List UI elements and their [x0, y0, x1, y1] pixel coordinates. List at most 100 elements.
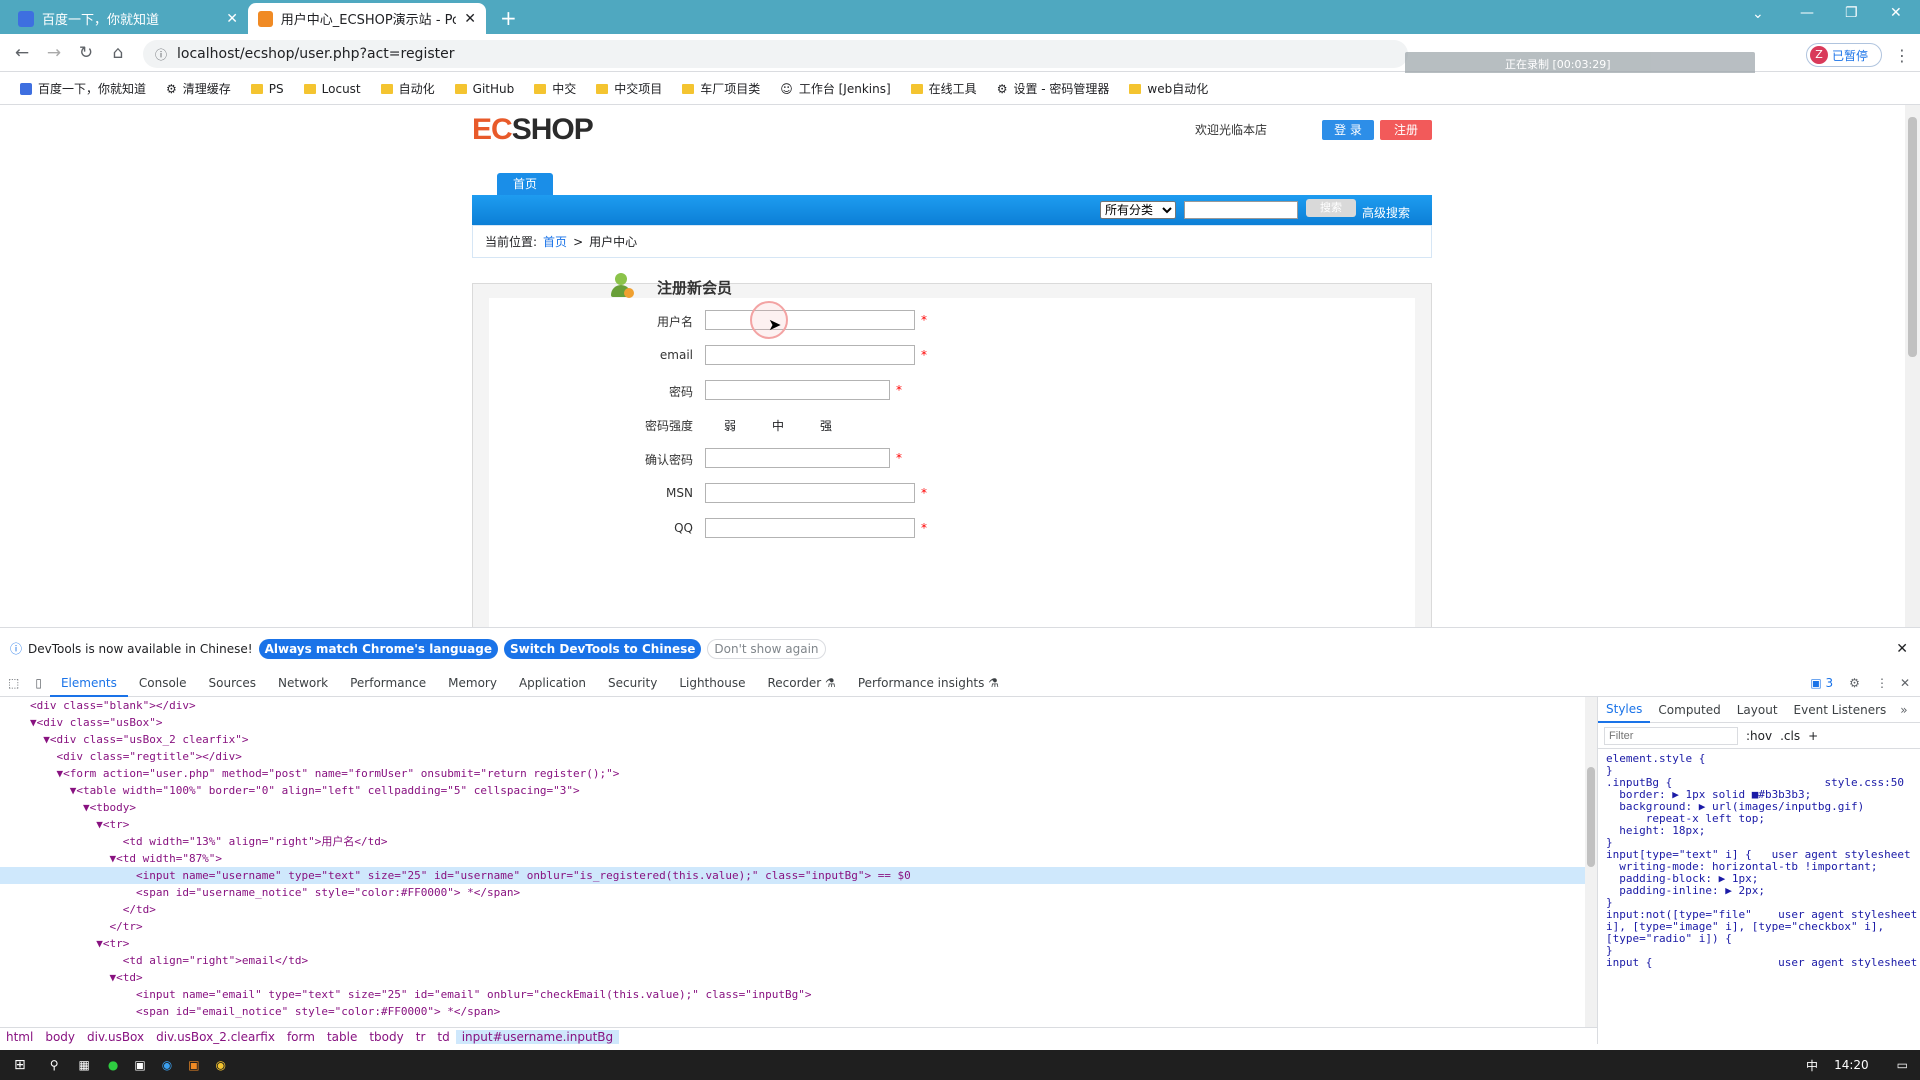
settings-gear-icon[interactable]: ⚙ — [1841, 676, 1868, 690]
match-language-button[interactable]: Always match Chrome's language — [258, 638, 498, 659]
tab-ecshop[interactable]: 用户中心_ECSHOP演示站 - Pow ✕ — [248, 3, 486, 34]
dom-line[interactable]: </tr> — [0, 918, 1585, 935]
close-infobar-icon[interactable]: ✕ — [1896, 641, 1908, 657]
more-options-icon[interactable]: ⋮ — [1868, 676, 1896, 690]
dom-line[interactable]: <td align="right">email</td> — [0, 952, 1585, 969]
tab-performance-insights[interactable]: Performance insights ⚗ — [847, 669, 1010, 697]
elements-scrollbar[interactable] — [1585, 697, 1597, 1027]
clock[interactable]: 14:20 — [1828, 1058, 1885, 1072]
reload-icon[interactable]: ↻ — [72, 39, 100, 67]
dont-show-button[interactable]: Don't show again — [707, 638, 826, 659]
hov-toggle[interactable]: :hov — [1746, 729, 1772, 743]
breadcrumb-home-link[interactable]: 首页 — [543, 233, 567, 250]
dom-line[interactable]: ▼<tr> — [0, 935, 1585, 952]
tab-security[interactable]: Security — [597, 669, 668, 697]
dom-line[interactable]: ▼<div class="usBox_2 clearfix"> — [0, 731, 1585, 748]
dom-line[interactable]: <div class="regtitle"></div> — [0, 748, 1585, 765]
tab-baidu[interactable]: 百度一下，你就知道 ✕ — [8, 3, 248, 34]
tab-lighthouse[interactable]: Lighthouse — [668, 669, 756, 697]
dom-line[interactable]: <div class="blank"></div> — [0, 697, 1585, 714]
page-scrollbar[interactable] — [1905, 105, 1920, 627]
bookmark-item[interactable]: 中交 — [526, 80, 584, 97]
bookmark-item[interactable]: 车厂项目类 — [674, 80, 768, 97]
back-icon[interactable]: ← — [8, 39, 36, 67]
dom-line[interactable]: ▼<td width="87%"> — [0, 850, 1585, 867]
new-tab-button[interactable]: + — [500, 6, 517, 30]
tab-search-icon[interactable]: ⌄ — [1752, 6, 1764, 22]
dom-line[interactable]: ▼<form action="user.php" method="post" n… — [0, 765, 1585, 782]
crumb[interactable]: form — [281, 1030, 321, 1044]
scroll-thumb[interactable] — [1908, 117, 1917, 357]
site-logo[interactable]: ECSHOP — [472, 113, 594, 147]
dom-line[interactable]: <span id="username_notice" style="color:… — [0, 884, 1585, 901]
scroll-thumb[interactable] — [1587, 767, 1595, 867]
pycharm-icon[interactable]: ▣ — [126, 1058, 153, 1072]
dom-line[interactable]: <span id="email_notice" style="color:#FF… — [0, 1003, 1585, 1020]
crumb[interactable]: td — [431, 1030, 455, 1044]
add-rule-icon[interactable]: + — [1808, 729, 1818, 743]
address-bar[interactable]: ⓘ localhost/ecshop/user.php?act=register — [143, 40, 1408, 68]
crumb[interactable]: tr — [410, 1030, 432, 1044]
bookmark-item[interactable]: Locust — [296, 82, 369, 96]
tab-elements[interactable]: Elements — [49, 669, 128, 697]
bookmark-item[interactable]: 中交项目 — [588, 80, 670, 97]
device-toggle-icon[interactable]: ▯ — [27, 676, 50, 690]
username-input[interactable] — [705, 310, 915, 330]
crumb[interactable]: body — [39, 1030, 81, 1044]
crumb[interactable]: div.usBox_2.clearfix — [150, 1030, 281, 1044]
bookmark-item[interactable]: ☺ 工作台 [Jenkins] — [772, 80, 898, 97]
nav-tab-home[interactable]: 首页 — [497, 173, 553, 195]
notification-icon[interactable]: ▭ — [1885, 1058, 1920, 1072]
ime-indicator[interactable]: 中 — [1796, 1057, 1828, 1074]
search-input[interactable] — [1184, 201, 1298, 219]
tab-computed[interactable]: Computed — [1650, 703, 1728, 717]
tab-performance[interactable]: Performance — [339, 669, 437, 697]
info-icon[interactable]: ⓘ — [155, 46, 167, 63]
dom-line[interactable]: ▼<table width="100%" border="0" align="l… — [0, 782, 1585, 799]
advanced-search-link[interactable]: 高级搜索 — [1362, 204, 1410, 221]
more-tabs-icon[interactable]: » — [1894, 703, 1913, 717]
bookmark-item[interactable]: GitHub — [447, 82, 523, 96]
dom-line[interactable]: ▼<tr> — [0, 816, 1585, 833]
profile-button[interactable]: Z 已暂停 — [1806, 43, 1882, 67]
app-icon[interactable]: ▣ — [180, 1058, 207, 1072]
crumb[interactable]: tbody — [363, 1030, 409, 1044]
search-icon[interactable]: ⚲ — [40, 1058, 69, 1072]
bookmark-item[interactable]: 自动化 — [373, 80, 443, 97]
chrome-icon[interactable]: ◉ — [208, 1058, 234, 1072]
password-input[interactable] — [705, 380, 890, 400]
home-icon[interactable]: ⌂ — [104, 39, 132, 67]
task-view-icon[interactable]: ▦ — [69, 1058, 100, 1072]
login-button[interactable]: 登 录 — [1322, 120, 1374, 140]
switch-chinese-button[interactable]: Switch DevTools to Chinese — [503, 638, 702, 659]
category-select[interactable]: 所有分类 — [1100, 201, 1176, 219]
inspect-icon[interactable]: ⬚ — [0, 676, 27, 690]
msn-input[interactable] — [705, 483, 915, 503]
crumb-active[interactable]: input#username.inputBg — [455, 1030, 620, 1044]
tab-event-listeners[interactable]: Event Listeners — [1786, 703, 1895, 717]
dom-line[interactable]: ▼<td> — [0, 969, 1585, 986]
bookmark-item[interactable]: web自动化 — [1121, 80, 1216, 97]
tab-network[interactable]: Network — [267, 669, 339, 697]
bookmark-item[interactable]: ⚙ 清理缓存 — [158, 80, 239, 97]
tab-application[interactable]: Application — [508, 669, 597, 697]
qq-input[interactable] — [705, 518, 915, 538]
close-tab-icon[interactable]: ✕ — [226, 11, 238, 27]
dom-line[interactable]: ▼<div class="usBox"> — [0, 714, 1585, 731]
filter-input[interactable] — [1604, 726, 1738, 745]
elements-tree[interactable]: <div class="blank"></div> ▼<div class="us… — [0, 697, 1585, 1027]
cls-toggle[interactable]: .cls — [1780, 729, 1800, 743]
confirm-password-input[interactable] — [705, 448, 890, 468]
issues-badge[interactable]: ▣ 3 — [1802, 676, 1841, 690]
forward-icon[interactable]: → — [40, 39, 68, 67]
tab-memory[interactable]: Memory — [437, 669, 508, 697]
restore-icon[interactable]: ❐ — [1845, 5, 1858, 21]
bookmark-item[interactable]: ⚙ 设置 - 密码管理器 — [989, 80, 1118, 97]
close-window-icon[interactable]: ✕ — [1890, 5, 1902, 21]
tab-styles[interactable]: Styles — [1598, 697, 1651, 723]
crumb[interactable]: table — [321, 1030, 363, 1044]
dom-line[interactable]: </td> — [0, 901, 1585, 918]
email-input[interactable] — [705, 345, 915, 365]
register-button[interactable]: 注册 — [1380, 120, 1432, 140]
dom-line[interactable]: <input name="username" type="text" size=… — [0, 867, 1585, 884]
